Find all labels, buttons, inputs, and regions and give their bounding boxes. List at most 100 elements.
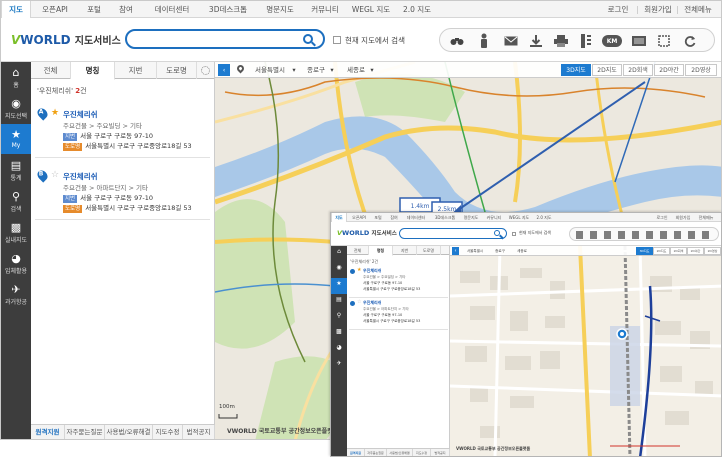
inset-nav-item-3d-desktop[interactable]: 3D데스크톱 xyxy=(431,213,459,222)
result-name[interactable]: 우진체리쉬 xyxy=(63,109,98,120)
vworld-logo[interactable]: VWORLD 지도서비스 xyxy=(11,32,121,47)
inset-sidebar-my[interactable]: ★ xyxy=(331,278,347,294)
inset-sidebar-search[interactable]: ⚲ xyxy=(331,310,347,326)
inset-tab-name[interactable]: 명칭 xyxy=(369,246,393,256)
inset-nav-item-participation[interactable]: 참여 xyxy=(387,213,401,222)
district-select[interactable]: 종로구 xyxy=(303,64,329,76)
tab-name[interactable]: 명칭 xyxy=(71,62,115,80)
inset-mode-3d[interactable]: 3D지도 xyxy=(636,247,653,255)
inset-nav-item-portal[interactable]: 포털 xyxy=(371,213,385,222)
result-item-a[interactable]: A ★ 우진체리쉬 주요건물 > 주요빌딩 > 기타 지번 서울 구로구 구로동 … xyxy=(35,106,210,158)
inset-sidebar-indoor[interactable]: ▩ xyxy=(331,326,347,342)
nav-item-map[interactable]: 지도 xyxy=(1,1,31,18)
sidebar-item-stats[interactable]: ▤ 통계 xyxy=(1,155,31,185)
inset-sidebar-globe[interactable]: ◕ xyxy=(331,342,347,358)
inset-search-input[interactable] xyxy=(399,228,507,239)
nav-item-openapi[interactable]: 오픈API xyxy=(37,1,73,18)
inset-district-select[interactable]: 종로구 xyxy=(492,247,508,255)
remote-support-link[interactable]: 원격지원 xyxy=(31,425,65,439)
ruler-icon[interactable] xyxy=(578,33,594,49)
inset-city-select[interactable]: 서울특별시 xyxy=(462,247,488,255)
area-measure-icon[interactable] xyxy=(630,33,648,49)
inset-map-back-button[interactable]: ‹ xyxy=(452,247,459,255)
inset-map-edit-link[interactable]: 지도수정 xyxy=(413,449,431,456)
print-icon[interactable] xyxy=(552,33,570,49)
inset-remote-support-link[interactable]: 원격지원 xyxy=(347,449,365,456)
inset-sidebar-home[interactable]: ⌂ xyxy=(331,246,347,262)
inset-signup-link[interactable]: 회원가입 xyxy=(673,213,693,222)
current-map-search-checkbox[interactable] xyxy=(333,36,341,44)
search-input[interactable] xyxy=(125,29,325,49)
inset-mode-2d[interactable]: 2D지도 xyxy=(653,247,670,255)
nav-item-community[interactable]: 커뮤니티 xyxy=(305,1,345,18)
inset-vworld-logo[interactable]: VWORLD 지도서비스 xyxy=(337,229,397,237)
inset-tab-road[interactable]: 도로명 xyxy=(417,246,441,255)
inset-mode-night[interactable]: 2D야간 xyxy=(687,247,704,255)
result-name[interactable]: 우진체리쉬 xyxy=(363,268,381,274)
inset-current-map-search-checkbox[interactable] xyxy=(512,232,516,236)
login-link[interactable]: 로그인 xyxy=(605,1,631,18)
inset-nav-item-famous-map[interactable]: 명문지도 xyxy=(461,213,481,222)
inset-result-item-a[interactable]: ★ 우진체리쉬 주요건물 > 주요빌딩 > 기타 서울 구로구 구로동 97-1… xyxy=(349,267,448,298)
inset-nav-item-2-0[interactable]: 2.0 지도 xyxy=(533,213,555,222)
inset-nav-item-map[interactable]: 지도 xyxy=(331,213,347,222)
inset-legal-link[interactable]: 법적공지 xyxy=(431,449,450,456)
favorite-star-icon[interactable]: ★ xyxy=(357,267,361,273)
all-menu-link[interactable]: 전체메뉴 xyxy=(681,1,715,18)
signup-link[interactable]: 회원가입 xyxy=(643,1,673,18)
inset-faq-link[interactable]: 자주묻는질문 xyxy=(365,449,387,456)
distance-km-icon[interactable]: KM xyxy=(602,35,622,47)
inset-nav-item-community[interactable]: 커뮤니티 xyxy=(483,213,505,222)
mode-2d-map[interactable]: 2D지도 xyxy=(592,64,622,76)
nav-item-participation[interactable]: 참여 xyxy=(113,1,139,18)
download-icon[interactable] xyxy=(528,33,544,49)
tab-road[interactable]: 도로명 xyxy=(157,62,197,79)
inset-result-item-b[interactable]: ☆ 우진체리쉬 주요건물 > 아파트단지 > 기타 서울 구로구 구로동 97-… xyxy=(349,299,448,330)
result-name[interactable]: 우진체리쉬 xyxy=(63,171,98,182)
tab-all[interactable]: 전체 xyxy=(31,62,71,79)
faq-link[interactable]: 자주묻는질문 xyxy=(65,425,105,439)
inset-sidebar-plane[interactable]: ✈ xyxy=(331,358,347,374)
nav-item-3d-desktop[interactable]: 3D데스크톱 xyxy=(201,1,255,18)
mail-icon[interactable] xyxy=(502,33,520,49)
favorite-star-icon[interactable]: ☆ xyxy=(51,170,59,180)
result-item-b[interactable]: B ☆ 우진체리쉬 주요건물 > 아파트단지 > 기타 지번 서울 구로구 구로동… xyxy=(35,168,210,220)
sidebar-item-3d-use[interactable]: ◕ 입체활용 xyxy=(1,248,31,278)
city-select[interactable]: 서울특별시 xyxy=(249,64,291,76)
tab-jibun[interactable]: 지번 xyxy=(115,62,157,79)
mode-2d-gray[interactable]: 2D회색 xyxy=(623,64,653,76)
favorite-star-icon[interactable]: ☆ xyxy=(357,299,361,305)
inset-all-menu-link[interactable]: 전체메뉴 xyxy=(695,213,717,222)
search-icon[interactable] xyxy=(303,34,313,44)
inset-nav-item-webgl[interactable]: WEGL 지도 xyxy=(507,213,531,222)
inset-mode-satellite[interactable]: 2D영상 xyxy=(704,247,721,255)
inset-nav-item-datacenter[interactable]: 데이터센터 xyxy=(403,213,429,222)
sidebar-item-my[interactable]: ★ My xyxy=(1,124,31,154)
search-icon[interactable] xyxy=(494,230,500,236)
inset-map-view[interactable]: ‹ 서울특별시 종로구 세종로 3D지도 2D지도 2D회색 2D야간 2D영상… xyxy=(450,246,721,456)
inset-nav-item-openapi[interactable]: 오픈API xyxy=(349,213,369,222)
dong-chevron-down-icon[interactable]: ▾ xyxy=(369,64,375,76)
help-link[interactable]: 사용법/오류해결 xyxy=(105,425,153,439)
inset-mode-gray[interactable]: 2D회색 xyxy=(670,247,687,255)
nav-item-2-0-map[interactable]: 2.0 지도 xyxy=(397,1,437,18)
nav-item-portal[interactable]: 포털 xyxy=(81,1,107,18)
sidebar-item-map-select[interactable]: ◉ 지도선택 xyxy=(1,93,31,123)
select-box-icon[interactable] xyxy=(656,33,672,49)
city-chevron-down-icon[interactable]: ▾ xyxy=(291,64,297,76)
sidebar-item-search[interactable]: ⚲ 검색 xyxy=(1,186,31,216)
nav-item-famous-map[interactable]: 명문지도 xyxy=(261,1,299,18)
map-edit-link[interactable]: 지도수정 xyxy=(153,425,183,439)
inset-sidebar-stats[interactable]: ▤ xyxy=(331,294,347,310)
person-icon[interactable] xyxy=(476,32,492,50)
inset-help-link[interactable]: 사용법/오류해결 xyxy=(387,449,413,456)
legal-link[interactable]: 법적공지 xyxy=(183,425,215,439)
result-name[interactable]: 우진체리쉬 xyxy=(363,300,381,306)
dong-select[interactable]: 세종로 xyxy=(343,64,369,76)
sidebar-item-past-aerial[interactable]: ✈ 과거항공 xyxy=(1,279,31,309)
mode-2d-night[interactable]: 2D야간 xyxy=(654,64,684,76)
inset-dong-select[interactable]: 세종로 xyxy=(514,247,530,255)
nav-item-webgl-map[interactable]: WEGL 지도 xyxy=(349,1,393,18)
inset-tab-all[interactable]: 전체 xyxy=(347,246,369,255)
nav-item-datacenter[interactable]: 데이터센터 xyxy=(147,1,197,18)
